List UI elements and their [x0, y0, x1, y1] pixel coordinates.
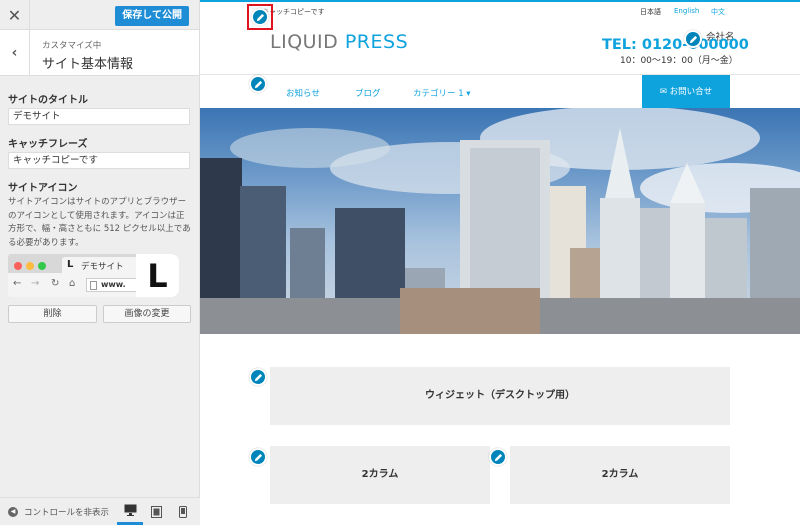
maximize-dot-icon: [38, 262, 46, 270]
collapse-label: コントロールを非表示: [24, 508, 110, 518]
page-icon: [90, 281, 97, 290]
browser-tab: L デモサイト: [62, 257, 140, 273]
url-bar: www.: [86, 278, 140, 292]
site-icon-label: サイトアイコン: [8, 183, 78, 194]
mail-icon: ✉: [659, 87, 670, 97]
business-hours: 10：00〜19：00（月〜金）: [620, 56, 738, 66]
contact-button[interactable]: ✉ お問い合せ: [642, 75, 730, 109]
logo-text-primary: LIQUID: [270, 31, 339, 53]
nav-item-category[interactable]: カテゴリー 1 ▾: [413, 87, 471, 99]
address-row: ← → ↻ ⌂ www.: [8, 273, 140, 297]
forward-arrow-icon: →: [31, 278, 40, 289]
lang-chinese[interactable]: 中文: [711, 7, 725, 17]
mobile-preview-icon[interactable]: [170, 498, 196, 525]
lang-japanese[interactable]: 日本語: [640, 7, 661, 17]
tagline-input[interactable]: キャッチコピーです: [8, 152, 190, 169]
site-icon-large: L: [136, 254, 179, 297]
section-header: ‹ カスタマイズ中 サイト基本情報: [0, 30, 199, 76]
pencil-icon[interactable]: [684, 30, 702, 48]
customizer-footer: ◀ コントロールを非表示: [0, 497, 200, 525]
home-icon: ⌂: [69, 278, 76, 289]
collapse-arrow-icon: ◀: [8, 507, 18, 517]
pencil-icon[interactable]: [249, 368, 267, 386]
customizer-panel: ✕ 保存して公開 ‹ カスタマイズ中 サイト基本情報 サイトのタイトル デモサイ…: [0, 0, 200, 525]
desktop-widget-area: ウィジェット（デスクトップ用）: [270, 367, 730, 425]
tagline-edit-highlight: [247, 4, 273, 30]
collapse-controls-button[interactable]: ◀ コントロールを非表示: [8, 506, 109, 518]
phone-number: TEL: 0120-000000: [602, 37, 749, 53]
customizer-header: ✕ 保存して公開: [0, 0, 199, 30]
site-icon-description: サイトアイコンはサイトのアプリとブラウザーのアイコンとして使用されます。アイコン…: [8, 197, 191, 248]
nav-item-blog[interactable]: ブログ: [355, 87, 381, 99]
hero-image: [200, 108, 800, 334]
minimize-dot-icon: [26, 262, 34, 270]
pencil-icon[interactable]: [251, 8, 269, 26]
site-icon-preview: L デモサイト ← → ↻ ⌂ www. L: [8, 254, 179, 297]
two-column-widget-right: 2カラム: [510, 446, 730, 504]
save-and-publish-button[interactable]: 保存して公開: [115, 6, 189, 26]
breadcrumb: カスタマイズ中: [42, 41, 102, 51]
two-column-widget-left: 2カラム: [270, 446, 490, 504]
lang-english[interactable]: English: [674, 7, 699, 15]
main-nav: お知らせ ブログ カテゴリー 1 ▾ ✉ お問い合せ: [200, 74, 800, 109]
site-logo[interactable]: LIQUID PRESS: [270, 31, 408, 53]
reload-icon: ↻: [51, 278, 60, 289]
close-dot-icon: [14, 262, 22, 270]
pencil-icon[interactable]: [489, 448, 507, 466]
site-title-input[interactable]: デモサイト: [8, 108, 190, 125]
tablet-preview-icon[interactable]: [143, 498, 169, 525]
remove-icon-button[interactable]: 削除: [8, 305, 97, 323]
tab-title: デモサイト: [81, 262, 124, 272]
nav-item-news[interactable]: お知らせ: [286, 87, 320, 99]
back-chevron-icon[interactable]: ‹: [0, 30, 30, 76]
change-image-button[interactable]: 画像の変更: [103, 305, 191, 323]
section-title: サイト基本情報: [42, 57, 134, 72]
site-title-label: サイトのタイトル: [8, 95, 88, 106]
site-topbar: キャッチコピーです 日本語 English 中文: [200, 0, 800, 20]
city-skyline: [200, 108, 800, 334]
browser-mockup: L デモサイト ← → ↻ ⌂ www.: [8, 254, 140, 297]
pencil-icon[interactable]: [249, 448, 267, 466]
favicon: L: [67, 259, 74, 270]
back-arrow-icon: ←: [13, 278, 22, 289]
pencil-icon[interactable]: [249, 75, 267, 93]
contact-button-label: お問い合せ: [669, 87, 713, 97]
site-preview: キャッチコピーです 日本語 English 中文 LIQUID PRESS 会社…: [200, 0, 800, 525]
logo-text-accent: PRESS: [344, 31, 409, 53]
desktop-preview-icon[interactable]: [117, 498, 143, 525]
close-icon[interactable]: ✕: [0, 0, 30, 30]
tagline-label: キャッチフレーズ: [8, 139, 88, 150]
url-text: www.: [101, 280, 126, 289]
